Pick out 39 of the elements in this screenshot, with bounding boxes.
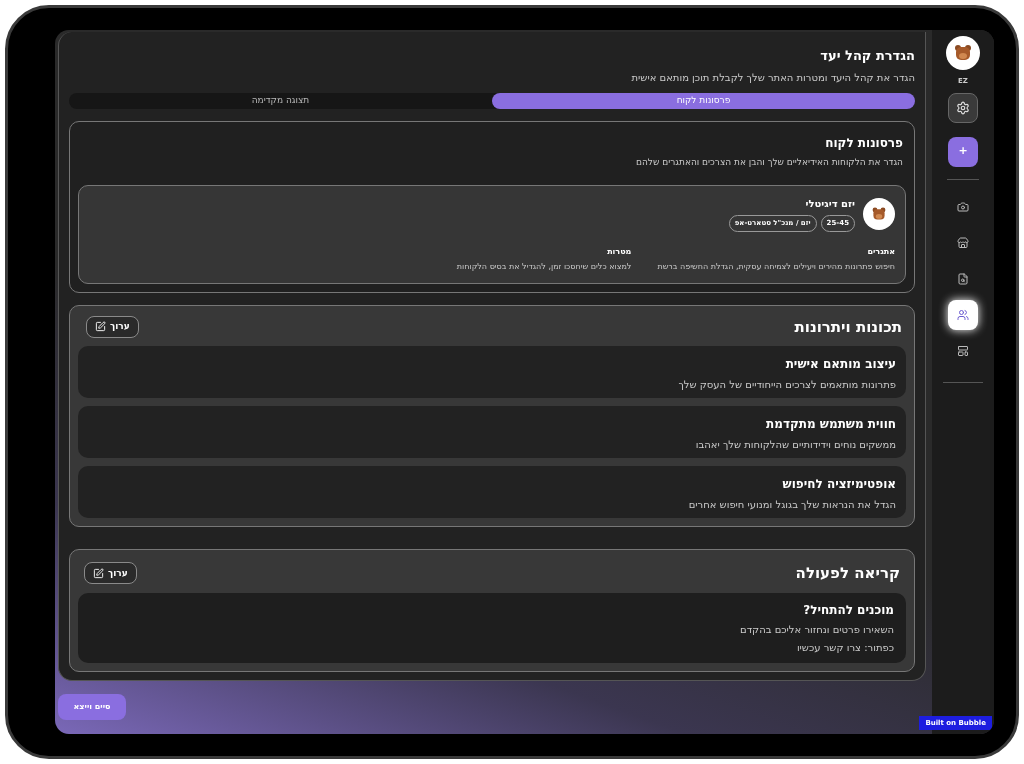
- tab[interactable]: פרסונות לקוח: [492, 92, 915, 109]
- feature-text: ממשקים נוחים וידידותיים שהלקוחות שלך יאהבו: [694, 438, 896, 452]
- page-title: הגדרת קהל יעד: [819, 47, 915, 65]
- section-subtitle: הגדר את הלקוחות האידיאליים שלך והבן את הצרכים והאתגרים שלהם: [635, 155, 904, 169]
- search-file-icon: [957, 272, 969, 285]
- avatar[interactable]: [946, 36, 980, 70]
- field-text: חיפוש פתרונות מהירים ויעילים לצמיחה עסקית, הגדלת החשיפה ברשת: [657, 260, 895, 273]
- feature-title: אופטימיזציה לחיפוש: [781, 476, 896, 493]
- feature-text: פתרונות מותאמים לצרכים הייחודיים של העסק שלך: [677, 378, 896, 392]
- feature-text: הגדל את הנראות שלך בגוגל ומנועי חיפוש אחרים: [687, 498, 896, 512]
- nav-button[interactable]: [948, 299, 978, 330]
- settings-icon: [956, 100, 970, 115]
- cta-line: כפתור: צרו קשר עכשיו: [795, 640, 894, 655]
- camera-icon: [957, 200, 969, 213]
- cta-title: מוכנים להתחיל?: [802, 601, 894, 619]
- tab[interactable]: תצוגה מקדימה: [69, 92, 492, 109]
- layout-icon: [957, 344, 969, 357]
- section-title: תכונות ויתרונות: [794, 316, 902, 338]
- finish-button[interactable]: סיים וייצא: [58, 694, 126, 721]
- edit-icon: [95, 321, 106, 333]
- cta-line: השאירו פרטים ונחזור אליכם בהקדם: [739, 622, 894, 637]
- store-icon: [957, 236, 969, 249]
- feature-title: עיצוב מותאם אישית: [784, 356, 896, 373]
- field-label: אתגרים: [866, 245, 895, 258]
- section-title: פרסונות לקוח: [824, 134, 904, 152]
- field-label: מטרות: [606, 245, 632, 258]
- feature-title: חווית משתמש מתקדמת: [765, 416, 896, 433]
- edit-icon: [93, 567, 104, 579]
- bear-icon: [871, 205, 887, 222]
- field-text: למצוא כלים שיחסכו זמן, להגדיל את בסיס הלקוחות: [456, 260, 632, 273]
- edit-button[interactable]: ערוך: [84, 562, 137, 585]
- add-button[interactable]: +: [948, 136, 978, 167]
- edit-button[interactable]: ערוך: [86, 315, 139, 338]
- settings-button[interactable]: [948, 92, 978, 123]
- users-icon: [957, 308, 969, 321]
- page-subtitle: הגדר את קהל היעד ומטרות האתר שלך לקבלת תוכן מותאם אישית: [630, 70, 915, 85]
- persona-name: יזם דיגיטלי: [804, 197, 855, 211]
- bear-icon: [953, 43, 973, 63]
- section-title: קריאה לפעולה: [795, 563, 900, 584]
